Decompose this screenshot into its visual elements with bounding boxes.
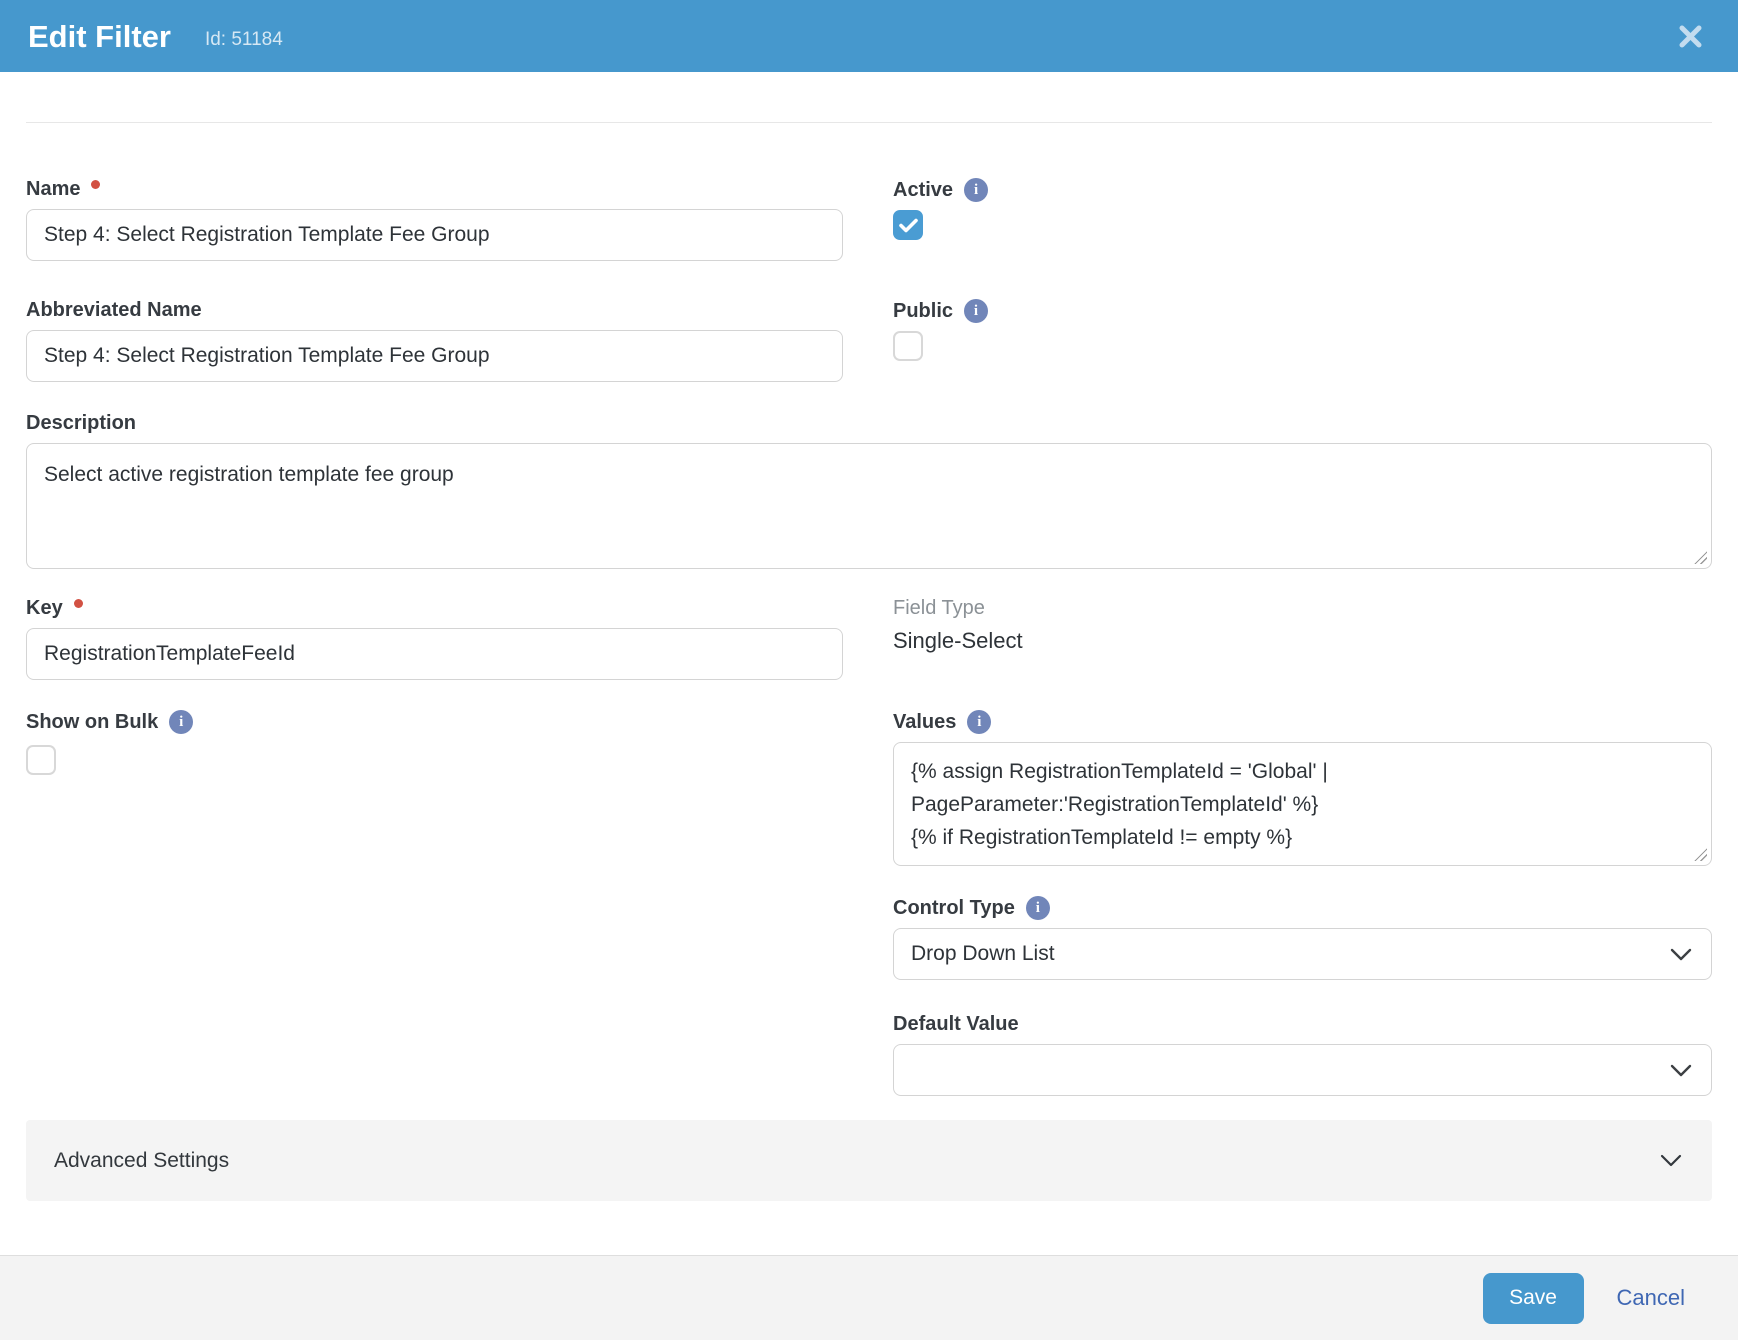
field-type-label: Field Type [893,597,985,620]
info-icon[interactable]: i [169,710,193,734]
key-label: Key [26,597,63,620]
values-label: Values [893,711,956,734]
info-icon[interactable]: i [964,299,988,323]
checkmark-icon [899,218,918,233]
public-field-group: Public i [893,299,1712,382]
resize-handle[interactable] [1694,848,1707,861]
control-type-select[interactable]: Drop Down List [893,928,1712,980]
values-line: {% if RegistrationTemplateId != empty %} [911,821,1694,854]
description-textarea[interactable]: Select active registration template fee … [26,443,1712,569]
name-label: Name [26,178,80,201]
description-text: Select active registration template fee … [44,463,454,486]
modal-footer: Save Cancel [0,1255,1738,1340]
save-button[interactable]: Save [1483,1273,1584,1324]
default-value-field-group: Default Value [893,1013,1712,1096]
description-field-group: Description Select active registration t… [26,412,1712,569]
required-indicator [91,180,100,189]
values-field-group: Values i {% assign RegistrationTemplateI… [893,710,1712,866]
chevron-down-icon [1670,1064,1692,1077]
advanced-settings-toggle[interactable]: Advanced Settings [26,1120,1712,1201]
info-icon[interactable]: i [967,710,991,734]
required-indicator [74,599,83,608]
values-column: Values i {% assign RegistrationTemplateI… [893,710,1712,1096]
modal-title: Edit Filter [28,21,171,52]
modal-body: Name Step 4: Select Registration Templat… [0,122,1738,1201]
edit-filter-modal: Edit Filter Id: 51184 Name Step 4: Selec… [0,0,1738,1340]
modal-header: Edit Filter Id: 51184 [0,0,1738,72]
default-value-select[interactable] [893,1044,1712,1096]
info-icon[interactable]: i [1026,896,1050,920]
control-type-selected-value: Drop Down List [911,942,1055,966]
key-field-group: Key RegistrationTemplateFeeId [26,597,843,680]
values-line: PageParameter:'RegistrationTemplateId' %… [911,788,1694,821]
public-label: Public [893,300,953,323]
active-field-group: Active i [893,178,1712,261]
show-on-bulk-field-group: Show on Bulk i [26,710,843,1096]
field-type-value: Single-Select [893,628,1712,654]
advanced-settings-label: Advanced Settings [54,1149,229,1173]
values-line: {% assign RegistrationTemplateId = 'Glob… [911,755,1694,788]
control-type-field-group: Control Type i Drop Down List [893,896,1712,980]
description-label: Description [26,412,136,435]
close-icon [1677,23,1704,50]
default-value-label: Default Value [893,1013,1019,1036]
resize-handle[interactable] [1694,551,1707,564]
chevron-down-icon [1670,948,1692,961]
key-input[interactable]: RegistrationTemplateFeeId [26,628,843,680]
abbreviated-name-input[interactable]: Step 4: Select Registration Template Fee… [26,330,843,382]
cancel-button[interactable]: Cancel [1617,1285,1685,1311]
public-checkbox[interactable] [893,331,923,361]
values-textarea[interactable]: {% assign RegistrationTemplateId = 'Glob… [893,742,1712,866]
header-divider [26,122,1712,123]
info-icon[interactable]: i [964,178,988,202]
name-field-group: Name Step 4: Select Registration Templat… [26,178,843,261]
abbreviated-name-label: Abbreviated Name [26,299,202,322]
show-on-bulk-checkbox[interactable] [26,745,56,775]
abbreviated-name-field-group: Abbreviated Name Step 4: Select Registra… [26,299,843,382]
chevron-down-icon [1660,1154,1682,1167]
field-type-group: Field Type Single-Select [893,597,1712,680]
name-input[interactable]: Step 4: Select Registration Template Fee… [26,209,843,261]
edit-filter-form: Name Step 4: Select Registration Templat… [26,178,1712,1201]
close-button[interactable] [1673,19,1708,54]
control-type-label: Control Type [893,897,1015,920]
active-checkbox[interactable] [893,210,923,240]
show-on-bulk-label: Show on Bulk [26,711,158,734]
active-label: Active [893,179,953,202]
record-id-badge: Id: 51184 [205,29,283,51]
